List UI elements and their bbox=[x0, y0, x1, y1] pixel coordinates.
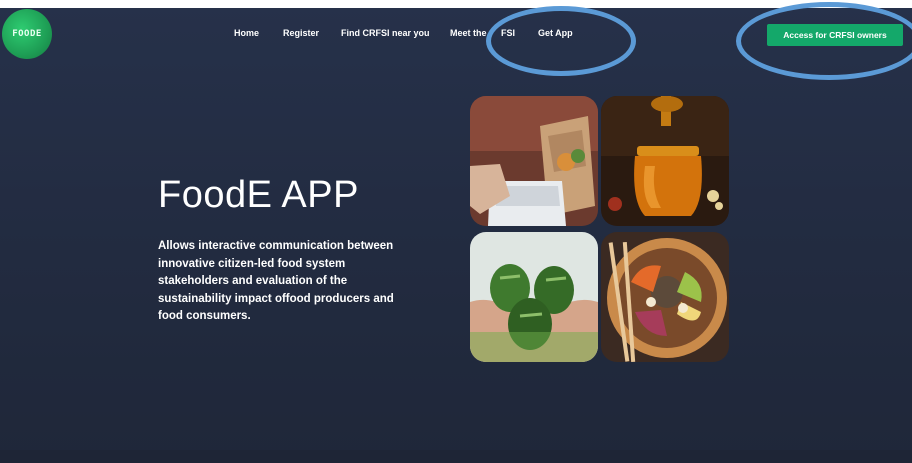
access-crfsi-owners-button[interactable]: Access for CRFSI owners bbox=[767, 24, 903, 46]
nav-home[interactable]: Home bbox=[234, 28, 259, 38]
page-bottom-band bbox=[0, 450, 912, 463]
hero-title: FoodE APP bbox=[158, 174, 359, 216]
grocery-bag-image bbox=[470, 96, 598, 226]
zucchini-hands-image bbox=[470, 232, 598, 362]
nav-register[interactable]: Register bbox=[283, 28, 319, 38]
salad-bowl-image bbox=[601, 232, 729, 362]
nav-find-crfsi[interactable]: Find CRFSI near you bbox=[341, 28, 430, 38]
main-nav: Home Register Find CRFSI near you Meet t… bbox=[0, 28, 700, 42]
hero-description: Allows interactive communication between… bbox=[158, 240, 394, 322]
nav-meet-the[interactable]: Meet the bbox=[450, 28, 487, 38]
top-strip bbox=[0, 0, 912, 8]
nav-fsi[interactable]: FSI bbox=[501, 28, 515, 38]
nav-get-app[interactable]: Get App bbox=[538, 28, 573, 38]
honey-jar-image bbox=[601, 96, 729, 226]
